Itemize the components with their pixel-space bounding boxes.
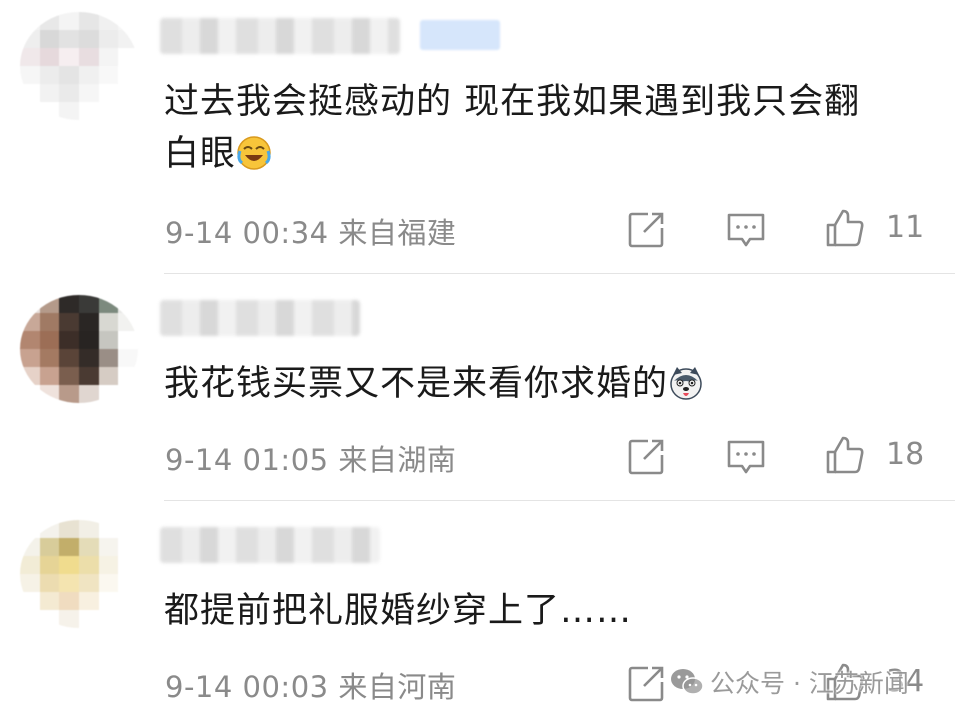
like-count: 11 — [886, 210, 925, 245]
username-blurred[interactable] — [160, 18, 400, 54]
comment-meta: 9-14 01:05 来自湖南 — [165, 437, 456, 479]
comment-time: 9-14 00:34 — [165, 216, 329, 250]
share-icon[interactable] — [626, 437, 666, 477]
laugh-cry-emoji — [237, 136, 271, 170]
comment-location: 来自福建 — [338, 216, 457, 250]
username-blurred[interactable] — [160, 527, 380, 563]
comment-text: 我花钱买票又不是来看你求婚的 — [164, 358, 895, 410]
share-icon[interactable] — [626, 210, 666, 250]
comment-time: 9-14 01:05 — [165, 443, 329, 477]
username-blurred[interactable] — [160, 300, 360, 336]
divider — [164, 273, 955, 274]
thumbs-up-icon[interactable] — [825, 435, 865, 475]
comment-location: 来自湖南 — [338, 443, 457, 477]
watermark-text: 公众号 · 江苏新闻 — [710, 669, 909, 698]
user-badge-blurred — [420, 20, 500, 50]
comment-icon[interactable] — [726, 210, 766, 250]
divider — [164, 500, 955, 501]
wechat-icon — [671, 669, 704, 695]
comment-icon[interactable] — [726, 437, 766, 477]
watermark: 公众号 · 江苏新闻 — [670, 664, 909, 700]
comment-text: 都提前把礼服婚纱穿上了…… — [164, 591, 633, 631]
comment-text: 过去我会挺感动的 现在我如果遇到我只会翻白眼 — [164, 82, 861, 174]
avatar[interactable] — [20, 295, 138, 403]
comment-location: 来自河南 — [338, 670, 457, 704]
comment-meta: 9-14 00:34 来自福建 — [165, 210, 456, 252]
husky-dog-emoji — [670, 367, 702, 400]
share-icon[interactable] — [626, 664, 666, 704]
comment-meta: 9-14 00:03 来自河南 — [165, 664, 456, 706]
avatar[interactable] — [20, 520, 138, 628]
avatar[interactable] — [20, 12, 138, 120]
thumbs-up-icon[interactable] — [825, 208, 865, 248]
comment-time: 9-14 00:03 — [165, 670, 329, 704]
like-count: 18 — [886, 437, 925, 472]
